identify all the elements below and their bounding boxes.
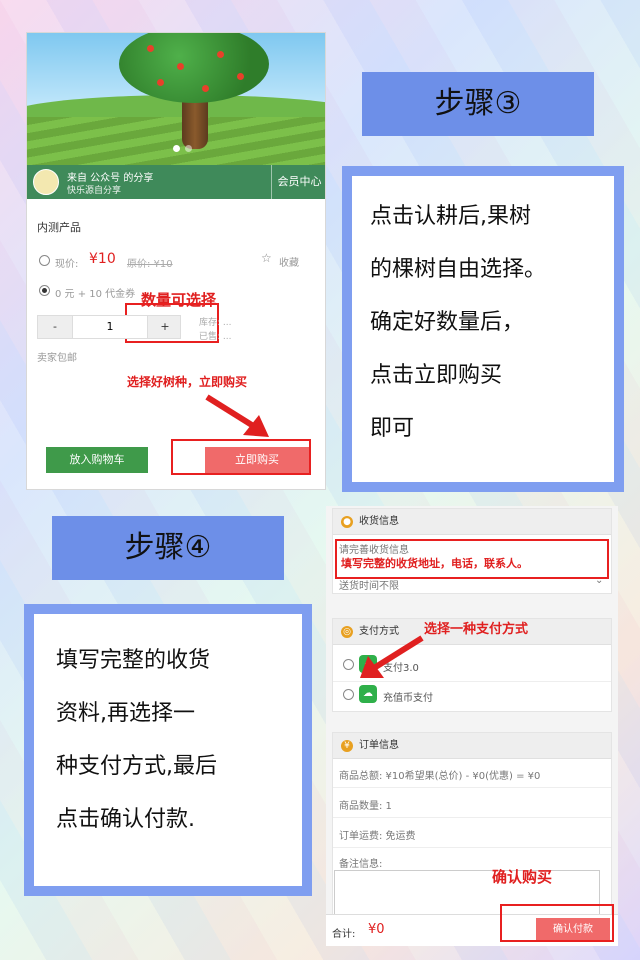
step4-line-1: 填写完整的收货 (56, 648, 211, 673)
annotation-confirm: 确认购买 (492, 868, 553, 886)
quantity-plus-button[interactable]: + (148, 316, 182, 338)
order-quantity: 商品数量: 1 (339, 801, 392, 812)
step3-line-3: 确定好数量后， (370, 310, 525, 335)
now-price-label: 现价: (55, 259, 79, 270)
step3-line-2: 的棵树自由选择。 (370, 257, 547, 282)
step4-title: 步骤④ (52, 516, 284, 580)
now-price: ¥10 (89, 251, 116, 267)
shipping-header: ● 收货信息 (333, 509, 611, 535)
sold-label: 已售: ... (199, 332, 232, 342)
arrow-icon (205, 394, 269, 437)
annotation-payment: 选择一种支付方式 (424, 622, 529, 637)
checkout-screen: ● 收货信息 请完善收货信息 填写完整的收货地址，电话，联系人。 送货时间不限 … (326, 506, 618, 946)
carousel-dot[interactable] (185, 145, 192, 152)
tree-canopy (119, 33, 269, 103)
product-screen: 来自 公众号 的分享 快乐源自分享 会员中心 内测产品 现价: ¥10 原价: … (26, 32, 326, 490)
avatar (33, 169, 59, 195)
coupon-option: 0 元 + 10 代金券 (55, 289, 136, 300)
step3-instructions: 点击认耕后,果树 的棵树自由选择。 确定好数量后， 点击立即购买 即可 (342, 166, 624, 492)
quantity-minus-button[interactable]: - (38, 316, 72, 338)
add-to-cart-button[interactable]: 放入购物车 (46, 447, 148, 473)
pay-option-2-label[interactable]: 充值币支付 (383, 689, 433, 704)
delivery-time-select[interactable]: 送货时间不限 (339, 577, 399, 592)
person-icon: ● (341, 516, 353, 528)
order-total: 商品总额: ¥10希望果(总价) - ¥0(优惠) = ¥0 (339, 771, 541, 782)
product-title: 内测产品 (37, 221, 81, 234)
share-subtitle: 快乐源自分享 (67, 186, 122, 196)
shipping-note: 卖家包邮 (37, 353, 77, 364)
step3-line-1: 点击认耕后,果树 (370, 204, 531, 229)
annotation-box-confirm (500, 904, 614, 942)
total-value: ¥0 (368, 922, 385, 937)
carousel-dot-active[interactable] (173, 145, 180, 152)
annotation-buy: 选择好树种，立即购买 (127, 375, 248, 389)
favorite-label[interactable]: 收藏 (279, 254, 299, 269)
step3-line-4: 点击立即购买 (370, 363, 503, 388)
order-header: ¥ 订单信息 (333, 733, 611, 759)
order-note-label: 备注信息: (339, 859, 383, 870)
step3-line-5: 即可 (370, 416, 415, 441)
annotation-box-buy (171, 439, 311, 475)
quantity-input[interactable]: 1 (72, 316, 148, 338)
original-price: 原价: ¥10 (127, 259, 173, 270)
stock-label: 库存: ... (199, 318, 232, 328)
coupon-radio[interactable] (39, 285, 50, 296)
star-icon[interactable]: ☆ (261, 251, 272, 265)
cloud-coin-icon: ☁ (359, 685, 377, 703)
yen-icon: ¥ (341, 740, 353, 752)
annotation-box-address (335, 539, 609, 579)
price-radio[interactable] (39, 255, 50, 266)
step4-line-2: 资料,再选择一 (56, 701, 195, 726)
pay-option-2-radio[interactable] (343, 689, 354, 700)
arrow-icon (360, 635, 424, 678)
quantity-stepper: - 1 + (37, 315, 181, 339)
step4-line-4: 点击确认付款. (56, 807, 195, 832)
total-label: 合计: (332, 929, 356, 940)
step3-title: 步骤③ (362, 72, 594, 136)
step4-instructions: 填写完整的收货 资料,再选择一 种支付方式,最后 点击确认付款. (24, 604, 312, 896)
member-center-button[interactable]: 会员中心 (271, 165, 325, 199)
share-bar: 来自 公众号 的分享 快乐源自分享 会员中心 (27, 165, 325, 199)
step4-line-3: 种支付方式,最后 (56, 754, 217, 779)
product-banner-image (27, 33, 325, 165)
shipping-card: ● 收货信息 请完善收货信息 填写完整的收货地址，电话，联系人。 送货时间不限 … (332, 508, 612, 594)
order-shipping-fee: 订单运费: 免运费 (339, 831, 416, 842)
share-source: 来自 公众号 的分享 (67, 173, 154, 184)
